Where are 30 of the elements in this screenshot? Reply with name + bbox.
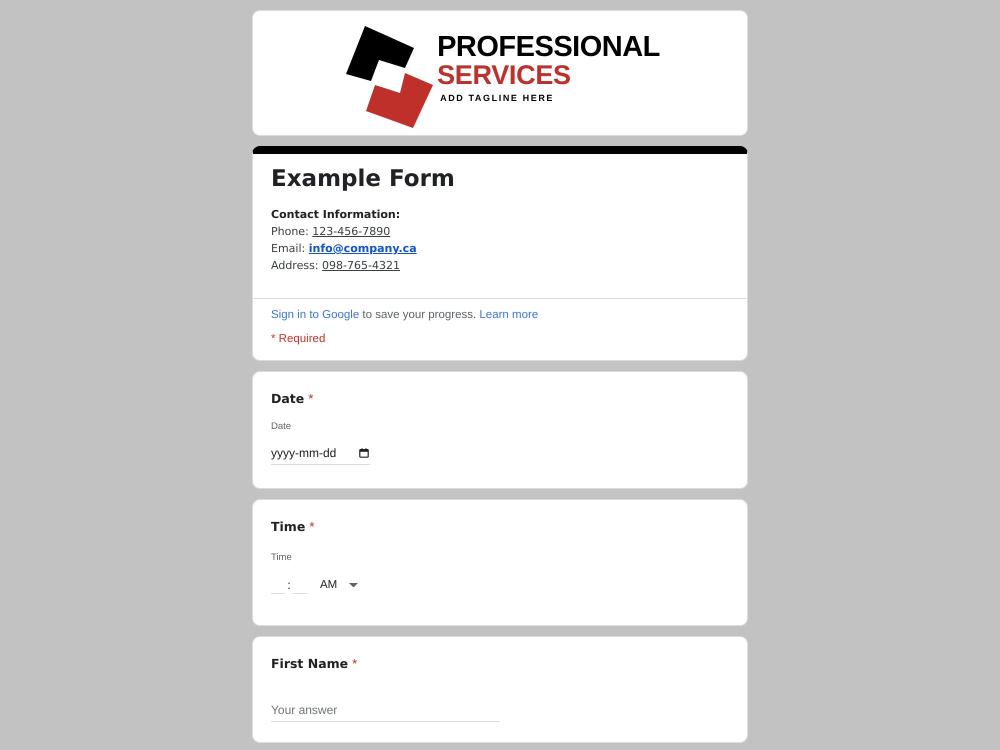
field-label: Time — [271, 552, 292, 564]
sign-in-link[interactable]: Sign in to Google — [271, 309, 360, 321]
logo-mark-icon — [346, 25, 434, 129]
required-asterisk: * — [308, 390, 314, 408]
date-field[interactable]: yyyy-mm-dd — [271, 445, 370, 465]
contact-line: Address: 098-765-4321 — [271, 258, 401, 274]
answer-field[interactable]: Your answer — [271, 702, 500, 722]
required-note: * Required — [271, 332, 326, 346]
time-separator: : — [286, 577, 292, 593]
period-dropdown[interactable]: AM — [320, 577, 358, 593]
required-asterisk: * — [309, 518, 314, 536]
calendar-icon[interactable] — [359, 448, 369, 458]
contact-line: Phone: 123-456-7890 — [271, 224, 392, 240]
brand-name: PROFESSIONAL — [437, 32, 660, 62]
brand-tagline: ADD TAGLINE HERE — [440, 93, 554, 104]
question-title: Date — [271, 390, 304, 408]
brand-subtitle: SERVICES — [437, 62, 571, 89]
form-title: Example Form — [271, 165, 456, 194]
learn-more-link[interactable]: Learn more — [479, 309, 538, 321]
caret-icon — [349, 582, 358, 588]
sign-in-notice: Sign in to Google to save your progress. Learn more — [271, 308, 540, 322]
email-link[interactable]: info@company.ca — [308, 242, 417, 255]
contact-line: Email: info@company.ca — [271, 241, 418, 257]
contact-link[interactable]: 098-765-4321 — [322, 259, 400, 272]
contact-link[interactable]: 123-456-7890 — [312, 225, 390, 238]
question-title: Time — [271, 518, 306, 536]
field-label: Date — [271, 421, 292, 433]
required-asterisk: * — [352, 655, 358, 673]
contact-heading: Contact Information: — [271, 207, 402, 223]
question-title: First Name — [271, 655, 348, 673]
